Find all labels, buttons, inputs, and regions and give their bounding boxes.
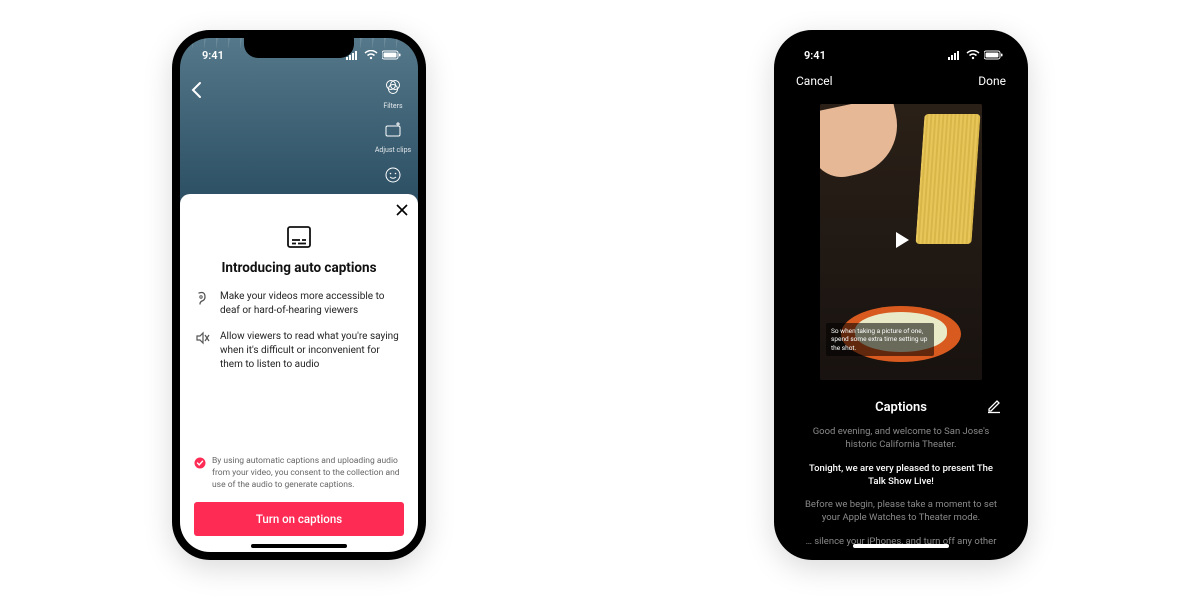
edit-captions-button[interactable] (986, 398, 1002, 418)
benefit-accessibility: Make your videos more accessible to deaf… (194, 290, 404, 318)
filters-icon (384, 78, 402, 100)
status-indicators (948, 50, 1004, 60)
video-preview[interactable]: So when taking a picture of one, spend s… (820, 104, 982, 380)
mute-icon (194, 330, 210, 372)
wifi-icon (364, 50, 378, 60)
captions-hero-icon (286, 224, 312, 250)
benefit-readability: Allow viewers to read what you're saying… (194, 330, 404, 372)
filters-label: Filters (383, 102, 402, 110)
adjust-clips-tool[interactable]: Adjust clips (374, 122, 412, 154)
captions-panel: Captions Good evening, and welcome to Sa… (782, 390, 1020, 552)
benefit-text-2: Allow viewers to read what you're saying… (220, 330, 404, 372)
play-button[interactable] (888, 227, 914, 257)
auto-captions-sheet: Introducing auto captions Make your vide… (180, 194, 418, 552)
captions-header: Captions (800, 400, 1002, 415)
done-button[interactable]: Done (978, 74, 1006, 88)
consent-row: By using automatic captions and uploadin… (194, 456, 404, 492)
filters-tool[interactable]: Filters (374, 78, 412, 110)
home-indicator[interactable] (853, 544, 949, 548)
captions-title: Captions (875, 400, 927, 415)
screen-left: 9:41 Filters (180, 38, 418, 552)
adjust-clips-label: Adjust clips (375, 146, 411, 154)
back-button[interactable] (190, 80, 202, 104)
home-indicator[interactable] (251, 544, 347, 548)
editor-side-toolbar: Filters Adjust clips (374, 78, 412, 188)
notch (244, 38, 354, 58)
cancel-button[interactable]: Cancel (796, 74, 833, 88)
wifi-icon (966, 50, 980, 60)
emoji-tool[interactable] (374, 166, 412, 188)
caption-line[interactable]: Before we begin, please take a moment to… (800, 498, 1002, 525)
check-badge-icon (194, 457, 206, 492)
screen-right: 9:41 Cancel Done (782, 38, 1020, 552)
phone-mockup-right: 9:41 Cancel Done (774, 30, 1028, 560)
caption-overlay: So when taking a picture of one, spend s… (826, 323, 934, 356)
caption-line[interactable]: Good evening, and welcome to San Jose's … (800, 425, 1002, 452)
battery-icon (984, 50, 1004, 60)
battery-icon (382, 50, 402, 60)
nav-bar: Cancel Done (782, 74, 1020, 88)
play-icon (888, 227, 914, 253)
emoji-icon (384, 166, 402, 188)
close-button[interactable] (396, 204, 408, 220)
status-indicators (346, 50, 402, 60)
adjust-clips-icon (384, 122, 402, 144)
preview-pasta (915, 114, 980, 244)
ear-icon (194, 290, 210, 318)
status-time: 9:41 (202, 49, 224, 62)
caption-line-active[interactable]: Tonight, we are very pleased to present … (800, 462, 1002, 489)
benefit-text-1: Make your videos more accessible to deaf… (220, 290, 404, 318)
pencil-icon (986, 398, 1002, 414)
phone-mockup-left: 9:41 Filters (172, 30, 426, 560)
status-time: 9:41 (804, 49, 826, 62)
close-icon (396, 204, 408, 216)
notch (846, 38, 956, 58)
consent-text: By using automatic captions and uploadin… (212, 456, 404, 492)
sheet-title: Introducing auto captions (194, 260, 404, 276)
turn-on-captions-button[interactable]: Turn on captions (194, 502, 404, 536)
